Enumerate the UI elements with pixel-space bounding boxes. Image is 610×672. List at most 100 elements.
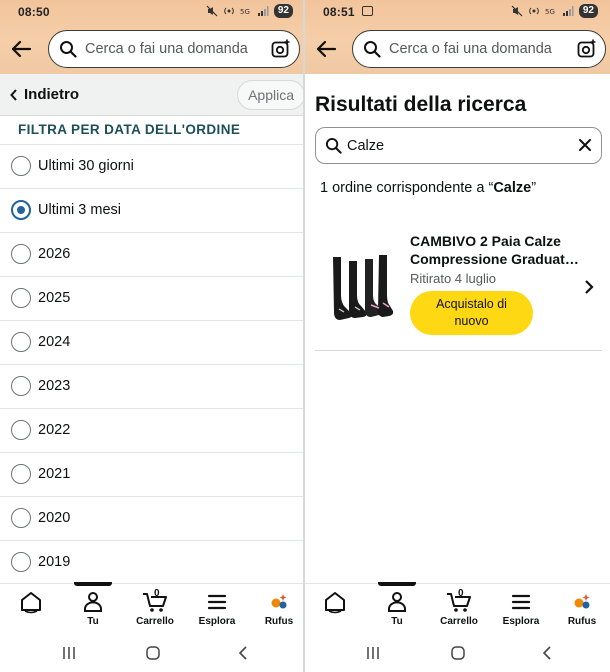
menu-icon xyxy=(511,594,531,610)
filter-options: Ultimi 30 giorni Ultimi 3 mesi 2026 2025 202… xyxy=(0,144,305,584)
radio-icon[interactable] xyxy=(11,156,31,176)
home-button-icon[interactable] xyxy=(450,645,466,661)
order-card[interactable]: CAMBIVO 2 Paia Calze Compressione Gradua… xyxy=(315,218,602,351)
signal-icon xyxy=(257,6,269,16)
radio-selected-icon[interactable] xyxy=(11,200,31,220)
filter-option[interactable]: 2025 xyxy=(0,276,305,320)
results-count-term: Calze xyxy=(493,180,532,196)
recent-apps-icon[interactable] xyxy=(61,645,77,661)
nav-rufus-label: Rufus xyxy=(264,616,294,627)
battery-level: 92 xyxy=(578,4,598,18)
clear-icon[interactable] xyxy=(578,138,592,152)
status-icons: 5G 92 xyxy=(206,4,293,18)
search-placeholder: Cerca o fai una domanda xyxy=(85,41,248,57)
results-count-prefix: 1 ordine corrispondente a “ xyxy=(320,180,494,196)
home-icon xyxy=(325,592,345,614)
nav-explore[interactable]: Esplora xyxy=(189,590,245,630)
network-5g-icon: 5G xyxy=(545,8,555,16)
nav-rufus[interactable]: Rufus xyxy=(554,590,610,630)
filter-option[interactable]: 2022 xyxy=(0,408,305,452)
nav-you[interactable]: Tu xyxy=(65,590,121,630)
order-search-value: Calze xyxy=(347,138,385,154)
page-title: Risultati della ricerca xyxy=(315,93,527,116)
chevron-left-icon[interactable] xyxy=(10,89,18,101)
filter-option-label: 2024 xyxy=(38,334,71,350)
back-link[interactable]: Indietro xyxy=(24,86,79,103)
status-time: 08:50 xyxy=(18,5,50,19)
mute-icon xyxy=(511,5,523,17)
camera-search-icon[interactable] xyxy=(577,39,597,59)
nav-cart[interactable]: 0 Carrello xyxy=(431,588,487,630)
radio-icon[interactable] xyxy=(11,420,31,440)
system-nav-bar xyxy=(305,633,610,672)
filter-option-label: 2026 xyxy=(38,246,71,262)
search-input[interactable]: Cerca o fai una domanda xyxy=(352,30,606,68)
home-button-icon[interactable] xyxy=(145,645,161,661)
radio-icon[interactable] xyxy=(11,332,31,352)
nav-home[interactable] xyxy=(307,590,363,630)
active-tab-indicator xyxy=(378,582,416,586)
rufus-icon xyxy=(574,594,590,609)
rufus-icon xyxy=(271,594,287,609)
filter-option[interactable]: 2026 xyxy=(0,232,305,276)
system-back-icon[interactable] xyxy=(235,645,251,661)
nav-home[interactable] xyxy=(3,590,59,630)
nav-you-label: Tu xyxy=(391,616,403,627)
filter-screen: 08:50 5G 92 Cerca o fai una domanda Indi… xyxy=(0,0,305,672)
nav-explore-label: Esplora xyxy=(502,616,540,627)
recent-apps-icon[interactable] xyxy=(365,645,381,661)
nav-cart[interactable]: 0 Carrello xyxy=(127,588,183,630)
product-name[interactable]: CAMBIVO 2 Paia Calze Compressione Gradua… xyxy=(410,232,580,268)
nav-rufus[interactable]: Rufus xyxy=(251,590,305,630)
filter-option-label: 2025 xyxy=(38,290,71,306)
back-arrow-icon[interactable] xyxy=(315,38,337,60)
hotspot-icon xyxy=(224,7,234,15)
search-placeholder: Cerca o fai una domanda xyxy=(389,41,552,57)
radio-icon[interactable] xyxy=(11,464,31,484)
filter-option[interactable]: Ultimi 30 giorni xyxy=(0,144,305,188)
nav-explore[interactable]: Esplora xyxy=(493,590,549,630)
menu-icon xyxy=(207,594,227,610)
system-back-icon[interactable] xyxy=(539,645,555,661)
screenshot-icon xyxy=(362,6,373,16)
network-5g-icon: 5G xyxy=(240,8,250,16)
nav-rufus-label: Rufus xyxy=(567,616,597,627)
home-icon xyxy=(21,592,41,614)
product-image xyxy=(333,255,394,320)
nav-cart-label: Carrello xyxy=(440,616,478,627)
status-icons: 5G 92 xyxy=(511,4,598,18)
filter-option[interactable]: Ultimi 3 mesi xyxy=(0,188,305,232)
chevron-right-icon[interactable] xyxy=(584,280,594,294)
filter-toolbar: Indietro Applica xyxy=(0,74,305,116)
radio-icon[interactable] xyxy=(11,552,31,572)
radio-icon[interactable] xyxy=(11,244,31,264)
radio-icon[interactable] xyxy=(11,508,31,528)
cart-count: 0 xyxy=(154,588,160,599)
apply-button[interactable]: Applica xyxy=(237,80,305,110)
filter-option-label: 2020 xyxy=(38,510,71,526)
app-header: 08:50 5G 92 Cerca o fai una domanda xyxy=(0,0,305,74)
back-arrow-icon[interactable] xyxy=(10,38,32,60)
radio-icon[interactable] xyxy=(11,376,31,396)
mute-icon xyxy=(206,5,218,17)
filter-title: FILTRA PER DATA DELL'ORDINE xyxy=(18,122,241,137)
status-bar: 08:51 5G 92 xyxy=(305,0,610,24)
bottom-nav: Tu 0 Carrello Esplora Rufus xyxy=(305,582,610,633)
nav-you[interactable]: Tu xyxy=(369,590,425,630)
filter-option[interactable]: 2024 xyxy=(0,320,305,364)
signal-icon xyxy=(562,6,574,16)
search-icon xyxy=(325,137,342,154)
filter-option[interactable]: 2021 xyxy=(0,452,305,496)
filter-option[interactable]: 2019 xyxy=(0,540,305,584)
order-search-input[interactable]: Calze xyxy=(315,127,602,164)
nav-explore-label: Esplora xyxy=(198,616,236,627)
svg-text:5G: 5G xyxy=(240,8,250,16)
radio-icon[interactable] xyxy=(11,288,31,308)
buy-again-button[interactable]: Acquistalo di nuovo xyxy=(410,291,533,335)
filter-option[interactable]: 2020 xyxy=(0,496,305,540)
search-input[interactable]: Cerca o fai una domanda xyxy=(48,30,300,68)
filter-option[interactable]: 2023 xyxy=(0,364,305,408)
search-results-screen: 08:51 5G 92 Cerca o fai una domanda Risu… xyxy=(305,0,610,672)
nav-you-label: Tu xyxy=(87,616,99,627)
camera-search-icon[interactable] xyxy=(271,39,291,59)
